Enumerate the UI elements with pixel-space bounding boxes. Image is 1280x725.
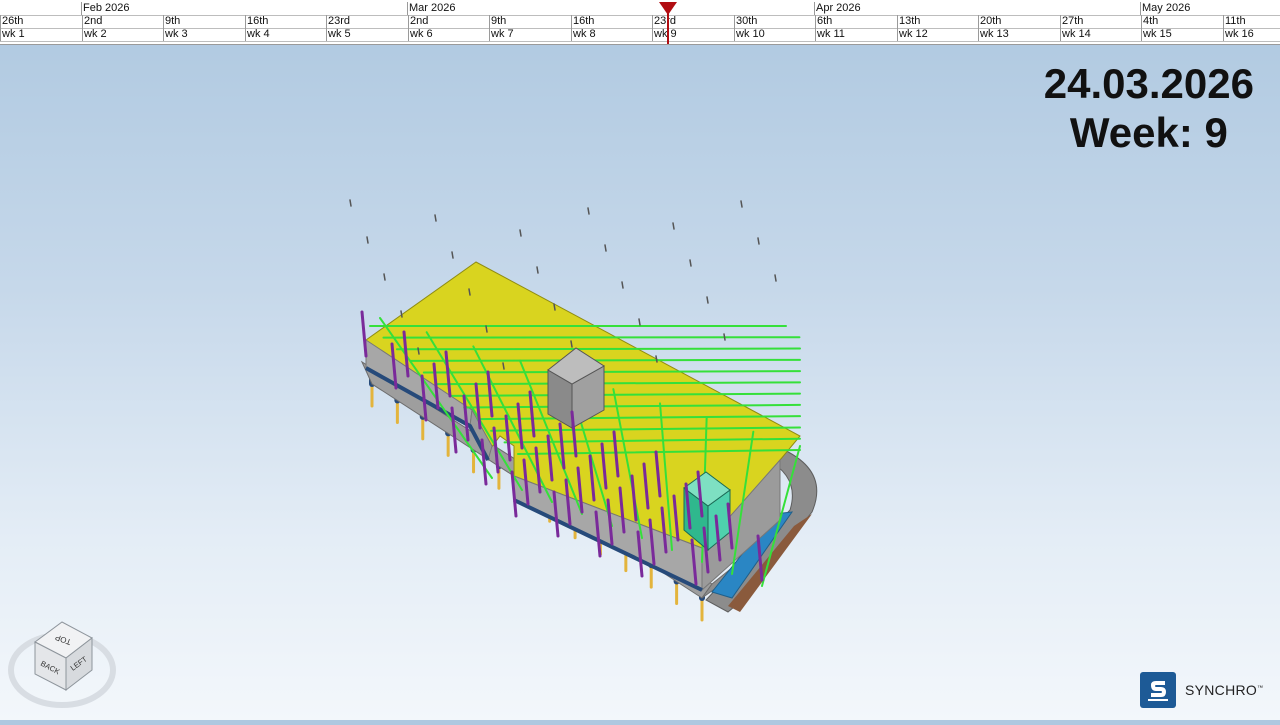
synchro-brand-name: SYNCHRO™	[1185, 682, 1263, 698]
day-cell: 9th	[163, 15, 245, 28]
bolt	[605, 245, 606, 251]
month-cell: Feb 2026	[81, 2, 407, 15]
beam	[410, 360, 800, 361]
week-cell: wk 15	[1141, 28, 1223, 41]
bolt	[537, 267, 538, 273]
view-cube[interactable]: TOP BACK LEFT	[8, 616, 118, 712]
day-cell: 26th	[0, 15, 82, 28]
week-cell: wk 11	[815, 28, 897, 41]
week-cell: wk 14	[1060, 28, 1142, 41]
day-cell: 9th	[489, 15, 571, 28]
day-cell: 30th	[734, 15, 816, 28]
column	[362, 312, 366, 356]
bolt	[707, 297, 708, 303]
day-cell: 6th	[815, 15, 897, 28]
bolt	[690, 260, 691, 266]
bolt	[367, 237, 368, 243]
day-cell: 13th	[897, 15, 979, 28]
bolt	[758, 238, 759, 244]
week-cell: wk 10	[734, 28, 816, 41]
day-cell: 2nd	[408, 15, 490, 28]
3d-viewport[interactable]	[0, 44, 1280, 720]
week-cell: wk 4	[245, 28, 327, 41]
bolt	[571, 341, 572, 347]
week-cell: wk 3	[163, 28, 245, 41]
synchro-logo-icon	[1140, 672, 1176, 708]
week-cell: wk 8	[571, 28, 653, 41]
day-cell: 11th	[1223, 15, 1280, 28]
timeline-months-row: Feb 2026 Mar 2026 Apr 2026 May 2026	[0, 2, 1280, 16]
week-cell: wk 2	[82, 28, 164, 41]
bolt	[435, 215, 436, 221]
month-cell: Apr 2026	[814, 2, 1140, 15]
week-cell: wk 13	[978, 28, 1060, 41]
week-cell: wk 1	[0, 28, 82, 41]
timeline-days-row: 26th2nd9th16th23rd2nd9th16th23rd30th6th1…	[0, 15, 1280, 29]
bolt	[486, 326, 487, 332]
bolt	[639, 319, 640, 325]
bolt	[673, 223, 674, 229]
bolt	[588, 208, 589, 214]
bolt	[622, 282, 623, 288]
bolt	[401, 311, 402, 317]
day-cell: 23rd	[652, 15, 734, 28]
month-cell: May 2026	[1140, 2, 1280, 15]
bolt	[775, 275, 776, 281]
day-cell: 4th	[1141, 15, 1223, 28]
bolt	[350, 200, 351, 206]
bolt	[520, 230, 521, 236]
bolt	[724, 334, 725, 340]
timeline-bar[interactable]: Feb 2026 Mar 2026 Apr 2026 May 2026 26th…	[0, 0, 1280, 45]
week-cell: wk 6	[408, 28, 490, 41]
bolt	[384, 274, 385, 280]
week-cell: wk 5	[326, 28, 408, 41]
week-cell: wk 16	[1223, 28, 1280, 41]
day-cell: 20th	[978, 15, 1060, 28]
day-cell: 16th	[245, 15, 327, 28]
bolt	[741, 201, 742, 207]
beam	[397, 349, 800, 350]
week-cell: wk 12	[897, 28, 979, 41]
bolt	[554, 304, 555, 310]
day-cell: 27th	[1060, 15, 1142, 28]
day-cell: 16th	[571, 15, 653, 28]
day-cell: 2nd	[82, 15, 164, 28]
synchro-logo: SYNCHRO™	[1140, 671, 1263, 709]
building-model	[0, 44, 1280, 720]
bolt	[452, 252, 453, 258]
month-cell: Mar 2026	[407, 2, 814, 15]
day-cell: 23rd	[326, 15, 408, 28]
week-cell: wk 9	[652, 28, 734, 41]
playhead-marker-icon[interactable]	[659, 2, 677, 15]
week-cell: wk 7	[489, 28, 571, 41]
bolt	[418, 348, 419, 354]
timeline-weeks-row: wk 1wk 2wk 3wk 4wk 5wk 6wk 7wk 8wk 9wk 1…	[0, 28, 1280, 42]
bolt	[503, 363, 504, 369]
bolt	[656, 356, 657, 362]
bolt	[469, 289, 470, 295]
